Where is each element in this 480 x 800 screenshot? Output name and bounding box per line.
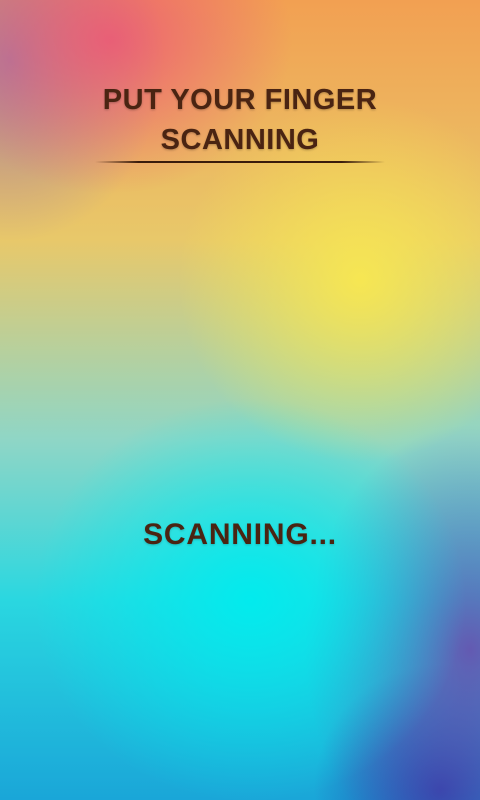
- title-line-1: PUT YOUR FINGER: [102, 84, 378, 116]
- title-divider: [95, 161, 385, 163]
- title-line-2: SCANNING: [160, 124, 320, 156]
- page-title: PUT YOUR FINGER SCANNING: [0, 80, 480, 160]
- scanning-status: SCANNING...: [143, 518, 337, 551]
